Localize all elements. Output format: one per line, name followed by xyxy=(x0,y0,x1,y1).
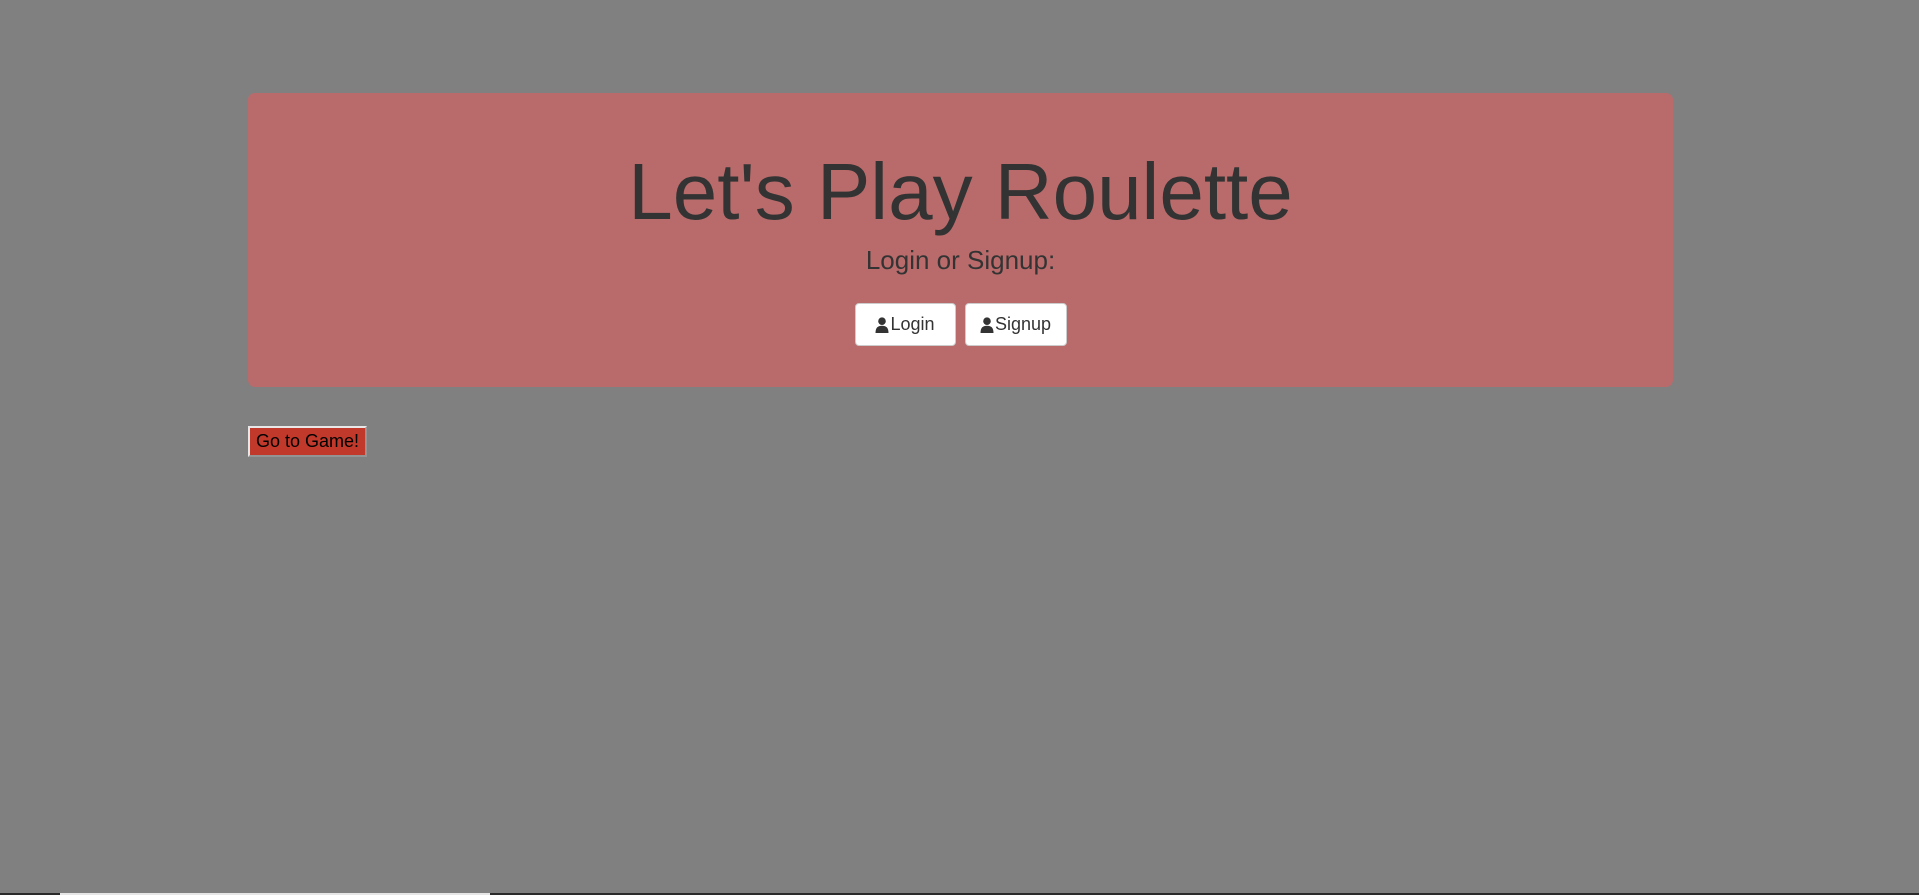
login-button[interactable]: Login xyxy=(854,303,956,346)
user-icon xyxy=(980,316,994,333)
signup-button-label: Signup xyxy=(994,314,1052,334)
page-title: Let's Play Roulette xyxy=(628,147,1293,236)
login-button-label: Login xyxy=(890,314,935,334)
signup-button[interactable]: Signup xyxy=(964,303,1067,346)
hero-banner: Let's Play Roulette Login or Signup: Log… xyxy=(248,93,1673,387)
auth-button-group: Login Signup xyxy=(248,303,1673,346)
go-to-game-button[interactable]: Go to Game! xyxy=(248,426,367,457)
auth-prompt: Login or Signup: xyxy=(865,245,1056,275)
user-icon xyxy=(875,316,889,333)
